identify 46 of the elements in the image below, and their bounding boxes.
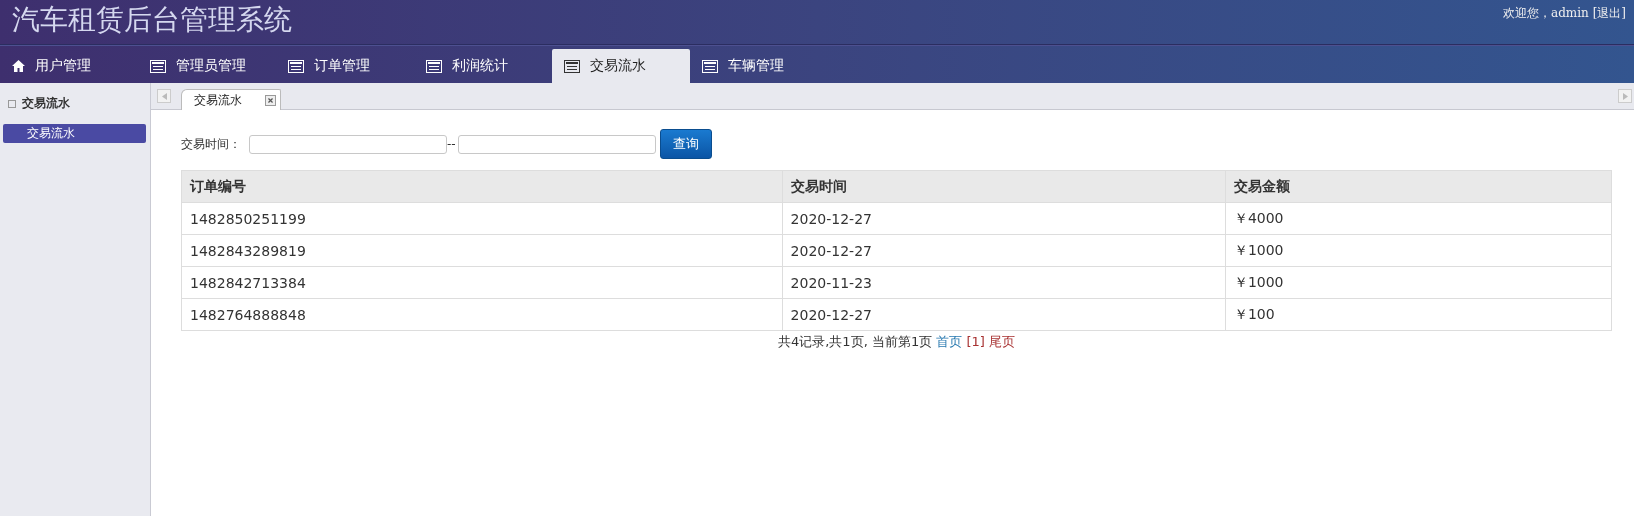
list-icon — [426, 59, 442, 73]
nav-tab[interactable]: 车辆管理 — [690, 49, 828, 83]
home-icon — [12, 60, 25, 72]
nav-tab[interactable]: 交易流水 — [552, 49, 690, 83]
table-cell: 1482842713384 — [181, 266, 783, 299]
list-icon — [564, 59, 580, 73]
table-cell: 2020-12-27 — [782, 298, 1226, 331]
column-header: 交易时间 — [782, 170, 1226, 203]
list-icon — [288, 59, 304, 73]
app-title: 汽车租赁后台管理系统 — [12, 2, 292, 38]
table-cell: 1482843289819 — [181, 234, 783, 267]
page-link[interactable]: [1] — [966, 334, 985, 349]
sidebar-item[interactable]: 交易流水 — [3, 124, 146, 143]
welcome-label: 欢迎您，admin — [1503, 6, 1590, 20]
page-link[interactable]: 尾页 — [989, 334, 1016, 349]
close-icon[interactable] — [265, 94, 276, 106]
list-icon — [150, 59, 166, 73]
sidebar-title: 交易流水 — [22, 95, 70, 112]
range-separator: -- — [447, 137, 456, 151]
logout-link[interactable]: [退出] — [1592, 6, 1626, 20]
table-cell: 2020-11-23 — [782, 266, 1226, 299]
nav-tab[interactable]: 用户管理 — [0, 49, 138, 83]
table-cell: ￥1000 — [1225, 234, 1612, 267]
page-tab[interactable]: 交易流水 — [181, 89, 281, 110]
end-date-field[interactable] — [457, 134, 656, 154]
table-cell: 2020-12-27 — [782, 234, 1226, 267]
table-cell: ￥4000 — [1225, 202, 1612, 235]
table-cell: 2020-12-27 — [782, 202, 1226, 235]
collapse-icon[interactable] — [8, 99, 16, 108]
start-date-field[interactable] — [249, 134, 447, 154]
search-button[interactable]: 查询 — [659, 129, 712, 159]
scroll-left-icon[interactable] — [157, 89, 171, 103]
nav-tab[interactable]: 利润统计 — [414, 49, 552, 83]
page-link[interactable]: 首页 — [936, 334, 963, 349]
table-cell: 1482850251199 — [181, 202, 783, 235]
table-cell: ￥1000 — [1225, 266, 1612, 299]
scroll-right-icon[interactable] — [1618, 89, 1632, 103]
column-header: 交易金额 — [1225, 170, 1612, 203]
column-header: 订单编号 — [181, 170, 783, 203]
list-icon — [702, 59, 718, 73]
pagination-summary: 共4记录,共1页, 当前第1页 — [777, 334, 933, 349]
table-cell: ￥100 — [1225, 298, 1612, 331]
search-label: 交易时间： — [181, 135, 241, 153]
table-cell: 1482764888848 — [181, 298, 783, 331]
nav-tab[interactable]: 管理员管理 — [138, 49, 276, 83]
nav-tab[interactable]: 订单管理 — [276, 49, 414, 83]
